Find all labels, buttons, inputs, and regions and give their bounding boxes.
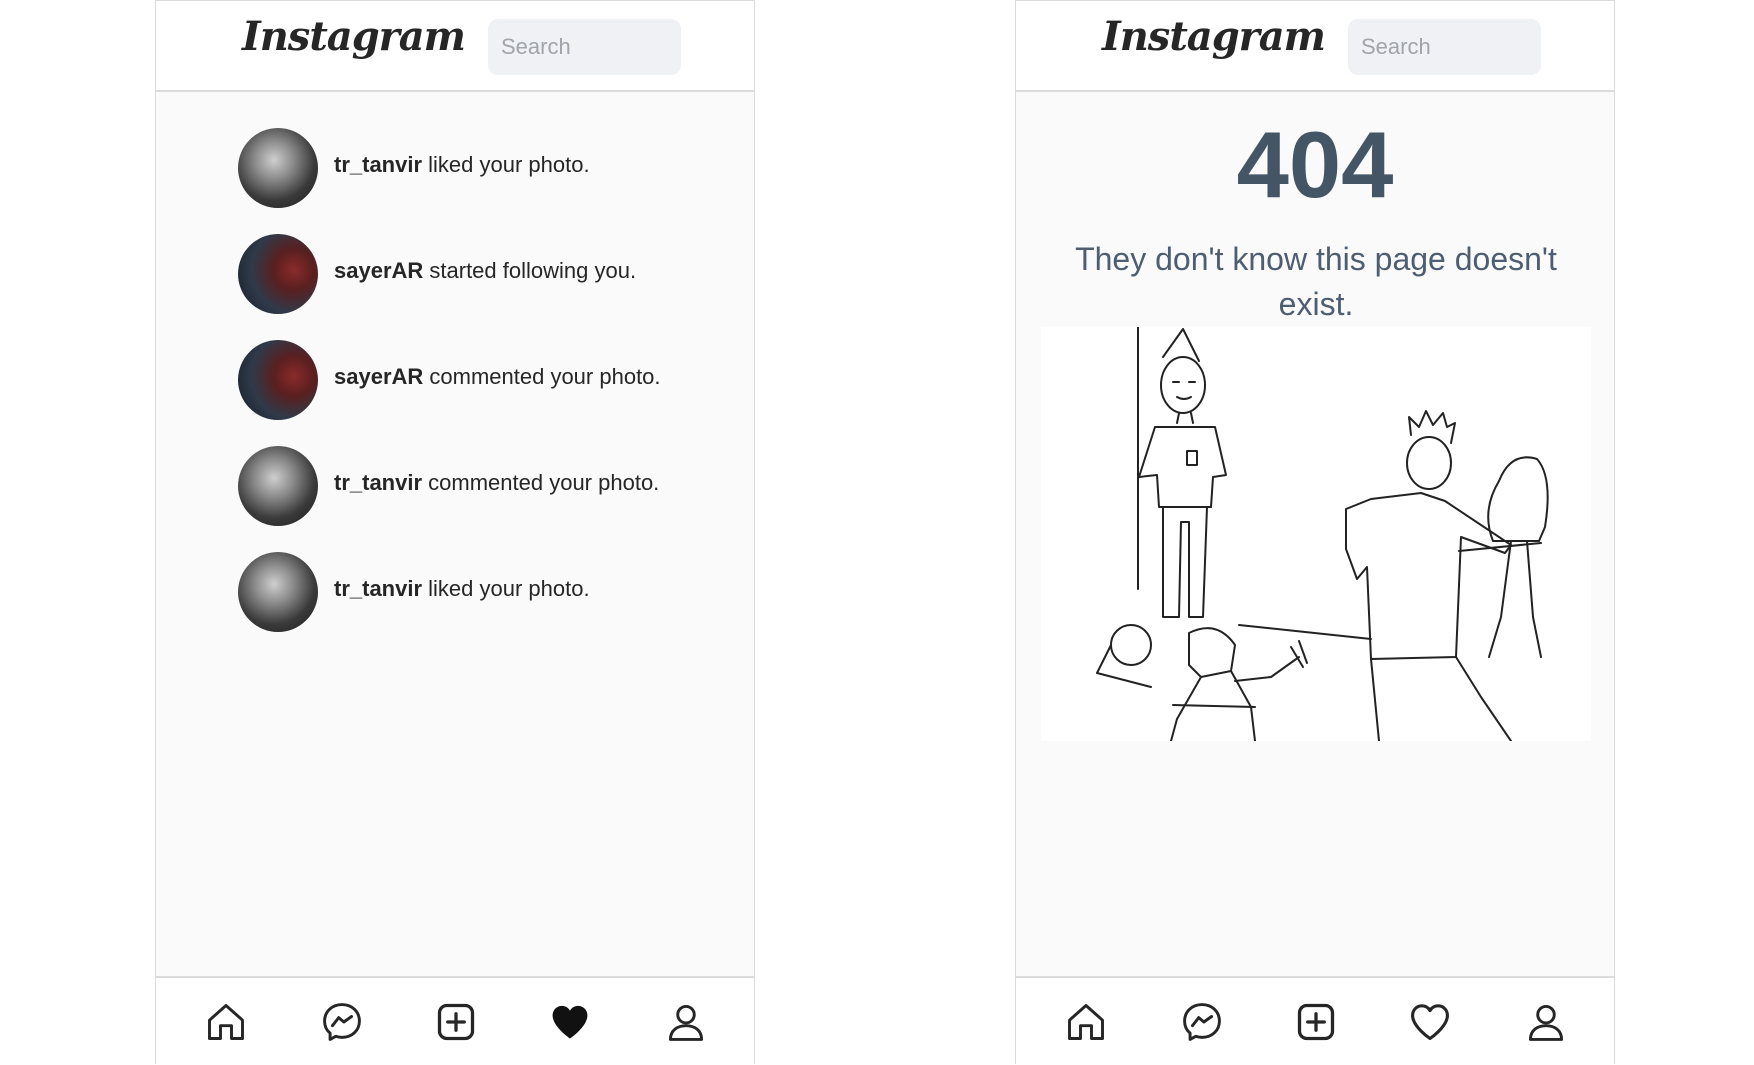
top-bar: Instagram [156, 1, 754, 92]
heart-outline-icon[interactable] [1408, 1000, 1452, 1044]
notification-list: tr_tanvir liked your photo. sayerAR star… [238, 126, 738, 656]
notification-text: tr_tanvir commented your photo. [334, 470, 659, 496]
notification-item[interactable]: tr_tanvir commented your photo. [238, 444, 738, 526]
search-input[interactable] [488, 19, 681, 75]
avatar[interactable] [238, 128, 318, 208]
notification-text: sayerAR started following you. [334, 258, 636, 284]
notification-item[interactable]: sayerAR started following you. [238, 232, 738, 314]
avatar[interactable] [238, 340, 318, 420]
notification-text: tr_tanvir liked your photo. [334, 152, 590, 178]
notification-message: commented your photo. [423, 364, 661, 389]
avatar[interactable] [238, 234, 318, 314]
notification-text: tr_tanvir liked your photo. [334, 576, 590, 602]
top-bar: Instagram [1016, 1, 1614, 92]
add-post-icon[interactable] [434, 1000, 478, 1044]
notification-message: liked your photo. [422, 576, 590, 601]
profile-icon[interactable] [664, 1000, 708, 1044]
notification-username[interactable]: sayerAR [334, 364, 423, 389]
avatar[interactable] [238, 446, 318, 526]
notification-message: commented your photo. [422, 470, 660, 495]
messenger-icon[interactable] [1180, 1000, 1224, 1044]
home-icon[interactable] [1064, 1000, 1108, 1044]
notification-username[interactable]: sayerAR [334, 258, 423, 283]
bottom-nav [1016, 976, 1614, 1065]
notification-text: sayerAR commented your photo. [334, 364, 661, 390]
profile-icon[interactable] [1524, 1000, 1568, 1044]
home-icon[interactable] [204, 1000, 248, 1044]
add-post-icon[interactable] [1294, 1000, 1338, 1044]
notification-item[interactable]: sayerAR commented your photo. [238, 338, 738, 420]
error-screen: Instagram 404 They don't know this page … [1015, 0, 1615, 1065]
notification-item[interactable]: tr_tanvir liked your photo. [238, 550, 738, 632]
notification-item[interactable]: tr_tanvir liked your photo. [238, 126, 738, 208]
instagram-logo[interactable]: Instagram [242, 13, 466, 60]
meme-illustration [1041, 327, 1591, 741]
messenger-icon[interactable] [320, 1000, 364, 1044]
instagram-logo[interactable]: Instagram [1102, 13, 1326, 60]
notifications-screen: Instagram tr_tanvir liked your photo. sa… [155, 0, 755, 1065]
notification-message: started following you. [423, 258, 637, 283]
notification-username[interactable]: tr_tanvir [334, 470, 422, 495]
notification-message: liked your photo. [422, 152, 590, 177]
search-input[interactable] [1348, 19, 1541, 75]
avatar[interactable] [238, 552, 318, 632]
error-code: 404 [1236, 112, 1394, 217]
heart-filled-icon[interactable] [548, 1000, 592, 1044]
error-message: They don't know this page doesn't exist. [1075, 241, 1557, 322]
notification-username[interactable]: tr_tanvir [334, 152, 422, 177]
notification-username[interactable]: tr_tanvir [334, 576, 422, 601]
bottom-nav [156, 976, 754, 1065]
